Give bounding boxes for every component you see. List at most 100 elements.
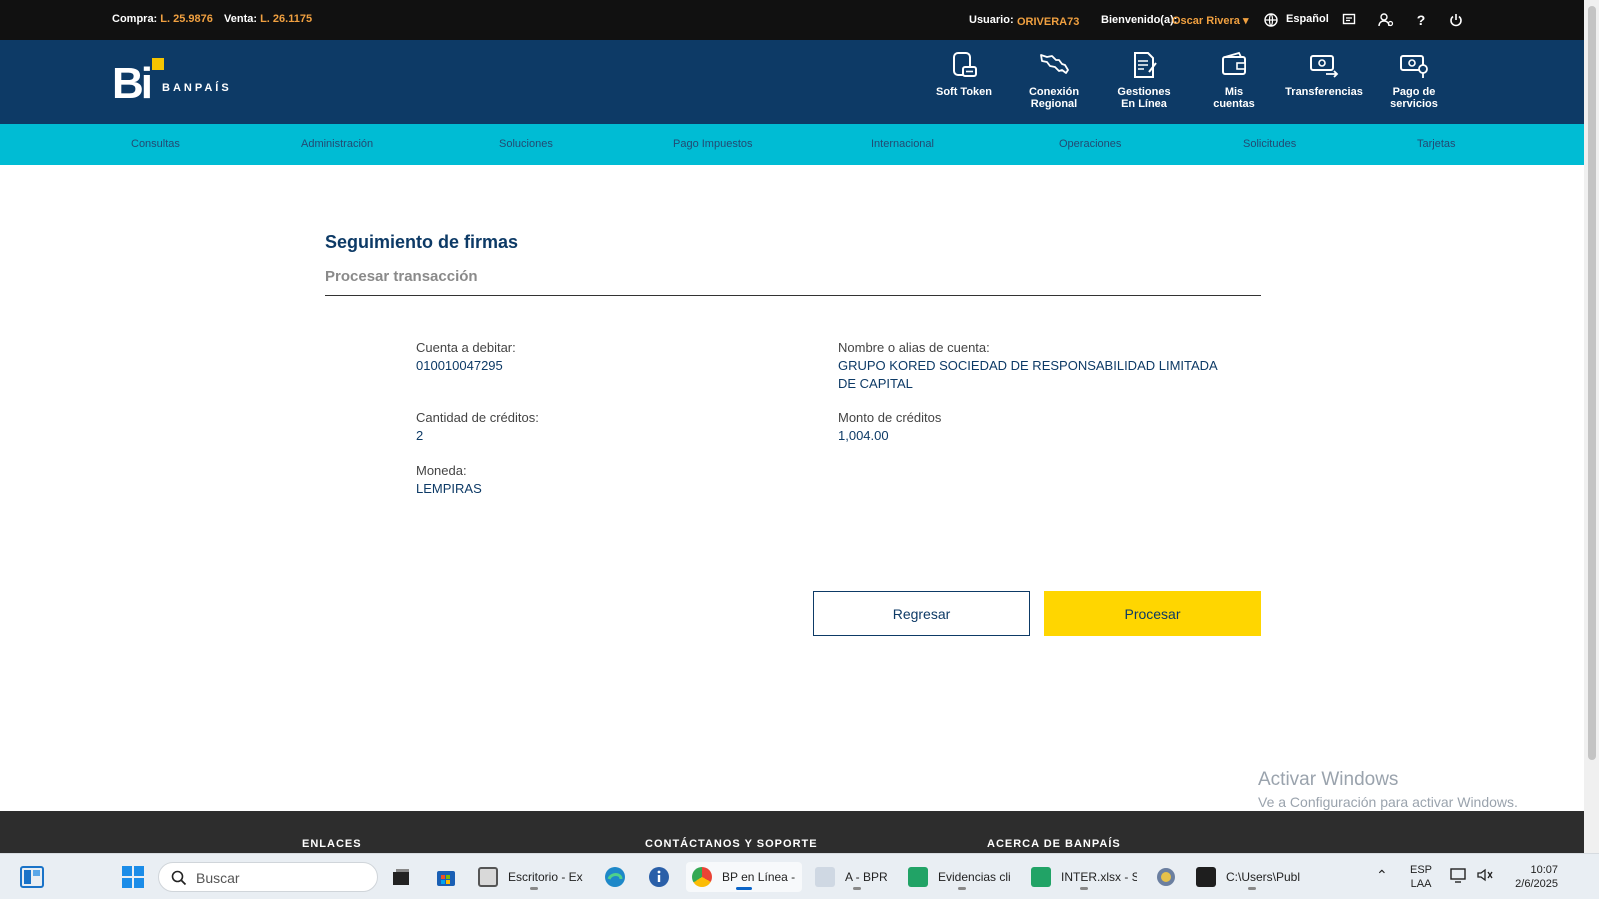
chevron-up-icon[interactable]: ⌃ [1376, 868, 1388, 882]
welcome-user-name: Oscar Rivera [1172, 15, 1240, 27]
app-title: C:\Users\Publ [1226, 870, 1301, 884]
sell-label: Venta: [224, 13, 258, 25]
nav-label: Conexión [1028, 86, 1080, 98]
back-button[interactable]: Regresar [813, 591, 1030, 636]
service-payment-icon [1400, 55, 1428, 78]
app-indicator [958, 887, 966, 890]
taskbar-app-inter[interactable]: INTER.xlsx - S [1031, 862, 1137, 892]
network-app-icon [815, 867, 835, 887]
windows-start-icon[interactable] [122, 866, 144, 888]
menu-pago-impuestos[interactable]: Pago Impuestos [673, 138, 753, 150]
menu-internacional[interactable]: Internacional [871, 138, 934, 150]
language-selector[interactable]: Español [1286, 13, 1329, 25]
menu-solicitudes[interactable]: Solicitudes [1243, 138, 1296, 150]
spreadsheet-icon [1031, 867, 1051, 887]
app-title: BP en Línea - [722, 870, 796, 884]
remote-desktop-icon [478, 867, 498, 887]
activate-windows-hint: Ve a Configuración para activar Windows. [1258, 794, 1518, 810]
menu-soluciones[interactable]: Soluciones [499, 138, 553, 150]
volume-muted-icon[interactable] [1476, 867, 1494, 887]
account-name-value: GRUPO KORED SOCIEDAD DE RESPONSABILIDAD … [838, 358, 1218, 373]
footer-links-heading: ENLACES [302, 838, 362, 850]
app-title: INTER.xlsx - S [1061, 870, 1137, 884]
map-region-icon [1040, 54, 1069, 74]
app-indicator [1248, 887, 1256, 890]
edge-icon[interactable] [604, 866, 626, 888]
credits-count-label: Cantidad de créditos: [416, 410, 539, 425]
taskbar-app-explorer[interactable]: Escritorio - Ex [478, 862, 590, 892]
clock-date: 2/6/2025 [1515, 878, 1558, 890]
user-label: Usuario: [969, 14, 1014, 26]
footer-about-heading: ACERCA DE BANPAÍS [987, 838, 1121, 850]
account-label: Cuenta a debitar: [416, 340, 516, 355]
document-edit-icon [1134, 52, 1157, 78]
taskbar-app-chrome[interactable]: BP en Línea - [686, 862, 802, 892]
credits-amount-value: 1,004.00 [838, 428, 889, 443]
lang-code: ESP [1410, 864, 1433, 876]
process-button[interactable]: Procesar [1044, 591, 1261, 636]
taskbar-search[interactable]: Buscar [158, 862, 378, 892]
account-value: 010010047295 [416, 358, 503, 373]
nav-label: Pago de [1392, 86, 1436, 98]
banpais-logo[interactable]: Bi BANPAÍS [112, 60, 232, 106]
menu-consultas[interactable]: Consultas [131, 138, 180, 150]
currency-value: LEMPIRAS [416, 481, 482, 496]
language-indicator[interactable]: ESP LAA [1410, 863, 1432, 891]
page-scrollbar[interactable] [1584, 0, 1599, 853]
user-value: ORIVERA73 [1017, 16, 1080, 28]
network-icon[interactable] [1450, 867, 1468, 887]
nav-transferencias[interactable]: Transferencias [1285, 50, 1363, 98]
nav-mis-cuentas[interactable]: Mis cuentas [1195, 50, 1273, 110]
top-bar: Compra: L. 25.9876 Venta: L. 26.1175 Usu… [0, 0, 1584, 40]
power-icon[interactable] [1447, 11, 1465, 29]
widgets-icon[interactable] [20, 866, 44, 888]
app-indicator [1080, 887, 1088, 890]
credits-count-value: 2 [416, 428, 424, 443]
nav-label: Mis [1224, 86, 1244, 98]
title-divider [325, 295, 1261, 296]
nav-label: Regional [1030, 98, 1078, 110]
account-name-value-cont: DE CAPITAL [838, 376, 913, 391]
menu-administracion[interactable]: Administración [301, 138, 373, 150]
nav-label: cuentas [1213, 98, 1255, 110]
windows-taskbar: Buscar Escritorio - Ex BP en Línea - A -… [0, 853, 1599, 899]
currency-label: Moneda: [416, 463, 467, 478]
messages-icon[interactable] [1340, 11, 1358, 29]
page-subtitle: Procesar transacción [325, 268, 478, 285]
terminal-icon [1196, 867, 1216, 887]
nav-gestiones-en-linea[interactable]: Gestiones En Línea [1105, 50, 1183, 110]
nav-label: Transferencias [1285, 86, 1363, 98]
lang-layout: LAA [1410, 878, 1432, 890]
info-app-icon[interactable] [648, 866, 670, 888]
nav-soft-token[interactable]: Soft Token [925, 50, 1003, 98]
nav-label: servicios [1390, 98, 1438, 110]
logo-wordmark: BANPAÍS [162, 82, 232, 94]
page-title: Seguimiento de firmas [325, 232, 519, 252]
help-icon[interactable]: ? [1412, 11, 1430, 29]
buy-label: Compra: [112, 13, 158, 25]
security-app-icon[interactable] [1155, 866, 1177, 888]
app-indicator [736, 887, 752, 890]
taskbar-app-terminal[interactable]: C:\Users\Publ [1196, 862, 1308, 892]
taskbar-app-evidencias[interactable]: Evidencias cli [908, 862, 1016, 892]
user-settings-icon[interactable] [1377, 11, 1395, 29]
nav-conexion-regional[interactable]: Conexión Regional [1015, 50, 1093, 110]
search-icon [171, 870, 187, 886]
logo-accent [152, 58, 164, 70]
page-footer: ENLACES CONTÁCTANOS Y SOPORTE ACERCA DE … [0, 811, 1584, 853]
menu-operaciones[interactable]: Operaciones [1059, 138, 1121, 150]
wallet-icon [1222, 51, 1246, 75]
menu-tarjetas[interactable]: Tarjetas [1417, 138, 1456, 150]
task-view-icon[interactable] [390, 866, 412, 888]
nav-pago-servicios[interactable]: Pago de servicios [1375, 50, 1453, 110]
globe-icon[interactable] [1262, 11, 1280, 29]
activate-windows-title: Activar Windows [1258, 769, 1399, 790]
taskbar-app-bpr[interactable]: A - BPR [815, 862, 899, 892]
buy-rate: L. 25.9876 [160, 13, 213, 25]
clock[interactable]: 10:07 2/6/2025 [1508, 863, 1558, 891]
welcome-user-menu[interactable]: Oscar Rivera ▾ [1172, 14, 1248, 27]
store-icon[interactable] [435, 866, 457, 888]
scrollbar-thumb[interactable] [1588, 6, 1596, 760]
credits-amount-label: Monto de créditos [838, 410, 942, 425]
app-title: A - BPR [845, 870, 888, 884]
